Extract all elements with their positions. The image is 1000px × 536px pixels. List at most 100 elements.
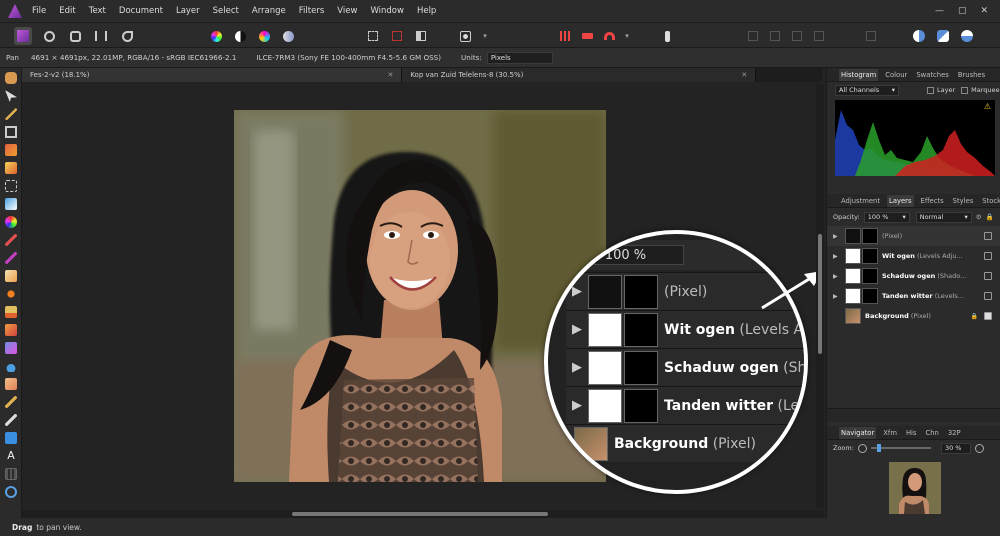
- tab-adjustment[interactable]: Adjustment: [839, 195, 882, 207]
- quick-mask-icon[interactable]: [456, 27, 474, 45]
- marquee-checkbox[interactable]: Marquee: [961, 86, 1000, 94]
- flip-icon[interactable]: [910, 27, 928, 45]
- zoom-value[interactable]: 30 %: [940, 442, 971, 454]
- node-tool-icon[interactable]: [5, 414, 17, 426]
- gear-icon[interactable]: ⚙: [976, 213, 982, 221]
- paint-brush-icon[interactable]: [5, 234, 17, 246]
- mesh-warp-icon[interactable]: [5, 468, 17, 480]
- color-wheel-icon[interactable]: [207, 27, 225, 45]
- magnet-icon[interactable]: [600, 27, 618, 45]
- tab-channels[interactable]: Chn: [923, 427, 940, 439]
- hsl-icon[interactable]: [255, 27, 273, 45]
- color-replacement-icon[interactable]: [5, 252, 17, 264]
- blend-mode-select[interactable]: Normal ▾: [915, 211, 972, 223]
- chevron-down-icon[interactable]: ▾: [476, 27, 494, 45]
- marquee-icon[interactable]: [364, 27, 382, 45]
- arrange-front-icon[interactable]: [810, 27, 828, 45]
- layer-row[interactable]: ▶ Schaduw ogen (Shado...: [827, 266, 1000, 286]
- lock-icon[interactable]: 🔒: [971, 313, 978, 320]
- tab-transform[interactable]: Xfm: [881, 427, 899, 439]
- units-select[interactable]: Pixels: [486, 51, 553, 64]
- layer-row[interactable]: ▶ Tanden witter (Levels...: [827, 286, 1000, 306]
- layer-row[interactable]: ▶ (Pixel): [827, 226, 1000, 246]
- blur-brush-icon[interactable]: [5, 360, 17, 372]
- rectangular-marquee-icon[interactable]: [5, 180, 17, 192]
- tab-document-2[interactable]: Kop van Zuid Telelens-8 (30.5%) ✕: [402, 68, 757, 82]
- tab-colour[interactable]: Colour: [883, 69, 909, 81]
- vertical-scrollbar[interactable]: [816, 84, 824, 508]
- close-icon[interactable]: ✕: [741, 71, 747, 79]
- move-tool-icon[interactable]: [5, 90, 17, 102]
- navigator-thumbnail[interactable]: [889, 462, 941, 514]
- tab-stock[interactable]: Stock: [980, 195, 1000, 207]
- deselect-icon[interactable]: [388, 27, 406, 45]
- canvas-area[interactable]: ity: 100 % ▶ (Pixel) ▶ Wit ogen (Levels …: [22, 82, 824, 510]
- menu-help[interactable]: Help: [417, 6, 436, 16]
- mirror-icon[interactable]: [958, 27, 976, 45]
- white-balance-icon[interactable]: [279, 27, 297, 45]
- menu-select[interactable]: Select: [213, 6, 239, 16]
- snapping-icon[interactable]: [556, 27, 574, 45]
- menu-edit[interactable]: Edit: [59, 6, 75, 16]
- flood-fill-icon[interactable]: [5, 198, 17, 210]
- zoom-slider[interactable]: [870, 444, 931, 452]
- healing-brush-icon[interactable]: [5, 378, 17, 390]
- layer-checkbox[interactable]: Layer: [927, 86, 955, 94]
- menu-filters[interactable]: Filters: [299, 6, 324, 16]
- black-white-icon[interactable]: [231, 27, 249, 45]
- develop-persona-icon[interactable]: [66, 27, 84, 45]
- photo-persona-icon[interactable]: [14, 27, 32, 45]
- smudge-brush-icon[interactable]: [5, 324, 17, 336]
- maximize-icon[interactable]: ▢: [958, 6, 967, 16]
- tab-brushes[interactable]: Brushes: [956, 69, 987, 81]
- arrange-back-icon[interactable]: [744, 27, 762, 45]
- flood-select-icon[interactable]: [5, 162, 17, 174]
- tab-history[interactable]: His: [904, 427, 919, 439]
- zoom-out-icon[interactable]: [857, 443, 867, 453]
- erase-brush-icon[interactable]: [5, 270, 17, 282]
- tone-mapping-persona-icon[interactable]: [92, 27, 110, 45]
- minimize-icon[interactable]: —: [935, 6, 944, 16]
- lock-icon[interactable]: 🔒: [986, 213, 994, 221]
- layer-row[interactable]: ▶ Wit ogen (Levels Adju...: [827, 246, 1000, 266]
- menu-text[interactable]: Text: [89, 6, 106, 16]
- menu-view[interactable]: View: [337, 6, 357, 16]
- close-icon[interactable]: ✕: [980, 6, 988, 16]
- liquify-persona-icon[interactable]: [40, 27, 58, 45]
- expand-arrow-icon[interactable]: ▶: [833, 233, 841, 240]
- crop-tool-icon[interactable]: [5, 126, 17, 138]
- assistant-icon[interactable]: [658, 27, 676, 45]
- expand-arrow-icon[interactable]: ▶: [833, 253, 841, 260]
- visibility-checkbox[interactable]: [984, 252, 992, 260]
- layer-row[interactable]: Background (Pixel) 🔒: [827, 306, 1000, 326]
- gradient-tool-icon[interactable]: [5, 216, 17, 228]
- menu-layer[interactable]: Layer: [176, 6, 200, 16]
- clone-brush-icon[interactable]: [5, 306, 17, 318]
- channels-select[interactable]: All Channels ▾: [835, 84, 899, 96]
- close-icon[interactable]: ✕: [387, 71, 393, 79]
- chevron-down-icon[interactable]: ▾: [618, 27, 636, 45]
- rectangle-tool-icon[interactable]: [5, 432, 17, 444]
- tab-styles[interactable]: Styles: [951, 195, 976, 207]
- color-picker-icon[interactable]: [5, 108, 17, 120]
- tab-document-1[interactable]: Fes-2-v2 (18.1%) ✕: [22, 68, 403, 82]
- menu-window[interactable]: Window: [370, 6, 404, 16]
- visibility-checkbox[interactable]: [984, 312, 992, 320]
- snapping-options-icon[interactable]: [578, 27, 596, 45]
- menu-arrange[interactable]: Arrange: [252, 6, 286, 16]
- pen-tool-icon[interactable]: [5, 396, 17, 408]
- dodge-brush-icon[interactable]: [5, 288, 17, 300]
- tab-32p[interactable]: 32P: [946, 427, 963, 439]
- arrange-forward-icon[interactable]: [788, 27, 806, 45]
- visibility-checkbox[interactable]: [984, 272, 992, 280]
- text-tool-icon[interactable]: A: [5, 450, 17, 462]
- tab-swatches[interactable]: Swatches: [914, 69, 950, 81]
- slider-handle[interactable]: [876, 444, 881, 452]
- hand-tool-icon[interactable]: [5, 72, 17, 84]
- visibility-checkbox[interactable]: [984, 232, 992, 240]
- align-icon[interactable]: [862, 27, 880, 45]
- menu-document[interactable]: Document: [119, 6, 163, 16]
- opacity-select[interactable]: 100 % ▾: [863, 211, 910, 223]
- horizontal-scrollbar[interactable]: [22, 510, 824, 518]
- invert-selection-icon[interactable]: [412, 27, 430, 45]
